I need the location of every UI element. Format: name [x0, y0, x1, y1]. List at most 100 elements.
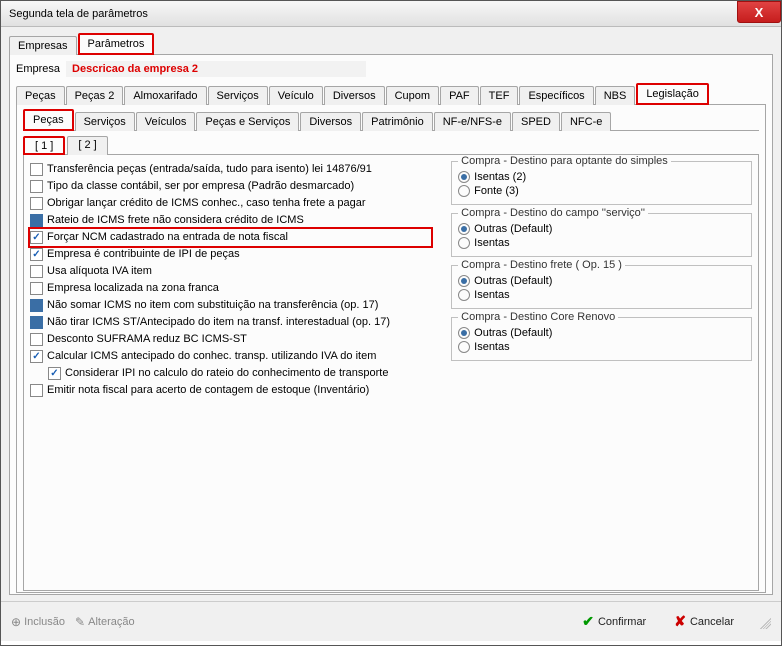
radio-icon[interactable]	[458, 275, 470, 287]
radio-option-2-1[interactable]: Isentas	[458, 288, 745, 302]
close-button[interactable]: X	[737, 1, 781, 23]
checkbox-icon[interactable]	[30, 163, 43, 176]
main-tab-almoxarifado[interactable]: Almoxarifado	[124, 86, 206, 105]
main-tab-diversos[interactable]: Diversos	[324, 86, 385, 105]
checkbox-icon[interactable]	[30, 231, 43, 244]
check-row-11[interactable]: Calcular ICMS antecipado do conhec. tran…	[30, 348, 431, 365]
main-tab-espec-ficos[interactable]: Específicos	[519, 86, 593, 105]
radio-icon[interactable]	[458, 223, 470, 235]
checkbox-icon[interactable]	[30, 316, 43, 329]
sub-tab-diversos[interactable]: Diversos	[300, 112, 361, 131]
check-row-0[interactable]: Transferência peças (entrada/saída, tudo…	[30, 161, 431, 178]
main-tab-tef[interactable]: TEF	[480, 86, 519, 105]
num-tabs: [ 1 ][ 2 ]	[23, 135, 759, 155]
check-row-10[interactable]: Desconto SUFRAMA reduz BC ICMS-ST	[30, 331, 431, 348]
radio-icon[interactable]	[458, 237, 470, 249]
radio-icon[interactable]	[458, 327, 470, 339]
num-tab-2[interactable]: [ 2 ]	[67, 136, 107, 155]
radio-icon[interactable]	[458, 289, 470, 301]
sub-tab-nfc-e[interactable]: NFC-e	[561, 112, 611, 131]
checkbox-icon[interactable]	[30, 333, 43, 346]
group-legend: Compra - Destino Core Renovo	[458, 311, 618, 323]
sub-tab-ve-culos[interactable]: Veículos	[136, 112, 196, 131]
radio-option-1-0[interactable]: Outras (Default)	[458, 222, 745, 236]
check-row-13[interactable]: Emitir nota fiscal para acerto de contag…	[30, 382, 431, 399]
radio-option-2-0[interactable]: Outras (Default)	[458, 274, 745, 288]
sub-tab-sped[interactable]: SPED	[512, 112, 560, 131]
checkbox-icon[interactable]	[30, 265, 43, 278]
main-tab-nbs[interactable]: NBS	[595, 86, 636, 105]
sub-tab-patrim-nio[interactable]: Patrimônio	[362, 112, 433, 131]
empresa-desc: Descricao da empresa 2	[66, 61, 366, 77]
titlebar: Segunda tela de parâmetros X	[1, 1, 781, 27]
check-row-5[interactable]: Empresa é contribuinte de IPI de peças	[30, 246, 431, 263]
checkbox-icon[interactable]	[48, 367, 61, 380]
confirmar-label: Confirmar	[598, 616, 646, 628]
check-label: Calcular ICMS antecipado do conhec. tran…	[47, 349, 376, 364]
checkbox-icon[interactable]	[30, 180, 43, 193]
group-3: Compra - Destino Core RenovoOutras (Defa…	[451, 317, 752, 361]
radio-icon[interactable]	[458, 341, 470, 353]
radio-groups-column: Compra - Destino para optante do simples…	[451, 161, 752, 584]
resize-grip[interactable]	[757, 615, 771, 629]
alteracao-button[interactable]: ✎ Alteração	[75, 615, 135, 629]
group-legend: Compra - Destino para optante do simples	[458, 155, 671, 167]
num-tab-1[interactable]: [ 1 ]	[23, 136, 65, 155]
sub-tab-nf-e-nfs-e[interactable]: NF-e/NFS-e	[434, 112, 511, 131]
check-row-1[interactable]: Tipo da classe contábil, ser por empresa…	[30, 178, 431, 195]
main-tab-legisla-o[interactable]: Legislação	[636, 83, 709, 105]
sub-tab-pe-as-e-servi-os[interactable]: Peças e Serviços	[196, 112, 299, 131]
check-row-8[interactable]: Não somar ICMS no item com substituição …	[30, 297, 431, 314]
radio-label: Outras (Default)	[474, 223, 552, 235]
radio-icon[interactable]	[458, 185, 470, 197]
radio-option-3-1[interactable]: Isentas	[458, 340, 745, 354]
check-label: Tipo da classe contábil, ser por empresa…	[47, 179, 354, 194]
radio-option-0-1[interactable]: Fonte (3)	[458, 184, 745, 198]
pecas-num1-content: Transferência peças (entrada/saída, tudo…	[23, 155, 759, 591]
radio-label: Isentas	[474, 237, 509, 249]
main-tab-ve-culo[interactable]: Veículo	[269, 86, 323, 105]
tab-parametros[interactable]: Parâmetros	[78, 33, 155, 55]
main-tab-paf[interactable]: PAF	[440, 86, 479, 105]
sub-tab-servi-os[interactable]: Serviços	[75, 112, 135, 131]
checkbox-icon[interactable]	[30, 384, 43, 397]
radio-label: Isentas	[474, 341, 509, 353]
cancelar-button[interactable]: ✘ Cancelar	[663, 608, 745, 635]
tab-parametros-content: Empresa Descricao da empresa 2 PeçasPeça…	[9, 55, 773, 595]
confirmar-button[interactable]: ✔ Confirmar	[571, 608, 657, 635]
checkbox-icon[interactable]	[30, 197, 43, 210]
radio-label: Outras (Default)	[474, 327, 552, 339]
check-label: Transferência peças (entrada/saída, tudo…	[47, 162, 372, 177]
radio-icon[interactable]	[458, 171, 470, 183]
checkbox-icon[interactable]	[30, 299, 43, 312]
check-row-2[interactable]: Obrigar lançar crédito de ICMS conhec., …	[30, 195, 431, 212]
checkbox-icon[interactable]	[30, 214, 43, 227]
sub-tabs: PeçasServiçosVeículosPeças e ServiçosDiv…	[23, 109, 759, 131]
footer: ⊕ Inclusão ✎ Alteração ✔ Confirmar ✘ Can…	[1, 601, 781, 641]
check-row-7[interactable]: Empresa localizada na zona franca	[30, 280, 431, 297]
check-row-4[interactable]: Forçar NCM cadastrado na entrada de nota…	[30, 229, 431, 246]
check-label: Não somar ICMS no item com substituição …	[47, 298, 378, 313]
radio-option-1-1[interactable]: Isentas	[458, 236, 745, 250]
check-row-9[interactable]: Não tirar ICMS ST/Antecipado do item na …	[30, 314, 431, 331]
check-row-3[interactable]: Rateio de ICMS frete não considera crédi…	[30, 212, 431, 229]
group-1: Compra - Destino do campo ''serviço''Out…	[451, 213, 752, 257]
check-row-12[interactable]: Considerar IPI no calculo do rateio do c…	[30, 365, 431, 382]
inclusao-button[interactable]: ⊕ Inclusão	[11, 615, 65, 629]
main-tab-pe-as-2[interactable]: Peças 2	[66, 86, 124, 105]
radio-option-0-0[interactable]: Isentas (2)	[458, 170, 745, 184]
radio-option-3-0[interactable]: Outras (Default)	[458, 326, 745, 340]
main-tab-cupom[interactable]: Cupom	[386, 86, 439, 105]
plus-icon: ⊕	[11, 615, 21, 629]
checkbox-icon[interactable]	[30, 282, 43, 295]
sub-tab-pe-as[interactable]: Peças	[23, 109, 74, 131]
checkbox-icon[interactable]	[30, 350, 43, 363]
checkbox-icon[interactable]	[30, 248, 43, 261]
check-label: Usa alíquota IVA item	[47, 264, 152, 279]
check-row-6[interactable]: Usa alíquota IVA item	[30, 263, 431, 280]
group-legend: Compra - Destino frete ( Op. 15 )	[458, 259, 625, 271]
main-tab-servi-os[interactable]: Serviços	[208, 86, 268, 105]
check-label: Considerar IPI no calculo do rateio do c…	[65, 366, 388, 381]
tab-empresas[interactable]: Empresas	[9, 36, 77, 55]
main-tab-pe-as[interactable]: Peças	[16, 86, 65, 105]
